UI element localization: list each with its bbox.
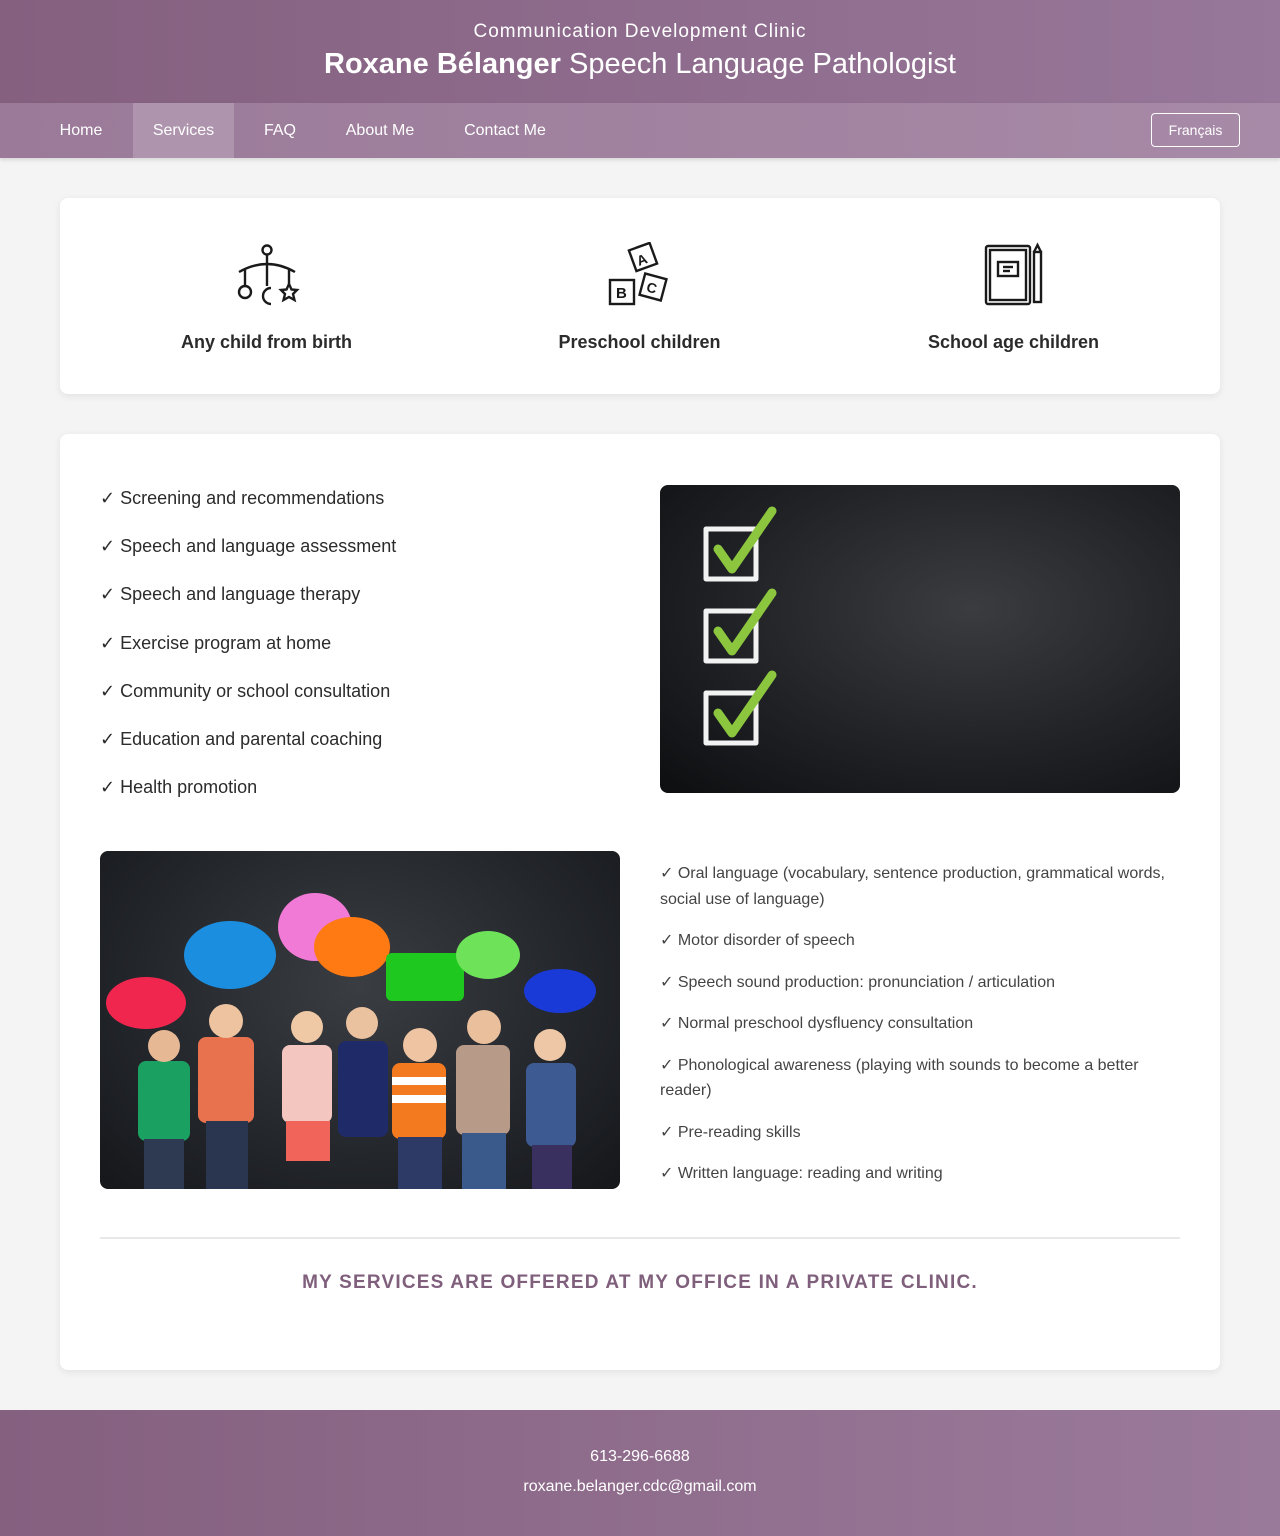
list-item: ✓ Written language: reading and writing [660, 1165, 943, 1182]
list-item: ✓ Screening and recommendations [100, 488, 385, 508]
nav-about-me[interactable]: About Me [326, 103, 434, 158]
list-item: ✓ Community or school consultation [100, 680, 391, 701]
kids-illustration [106, 893, 596, 1189]
practitioner-name: Roxane Bélanger [324, 48, 561, 80]
list-item: ✓ Exercise program at home [100, 632, 332, 653]
language-areas-list: ✓ Oral language (vocabulary, sentence pr… [660, 861, 1180, 1203]
list-item: ✓ Phonological awareness (playing with s… [660, 1056, 1139, 1100]
age-groups-card: Any child from birth A B C Preschool chi… [60, 198, 1220, 394]
list-item: ✓ Motor disorder of speech [660, 932, 855, 949]
site-header: Communication Development Clinic Roxane … [0, 0, 1280, 103]
section-divider [100, 1237, 1180, 1239]
svg-text:A: A [634, 250, 649, 268]
baby-mobile-icon [237, 244, 300, 306]
age-group-preschool: A B C Preschool children [453, 198, 826, 394]
list-item: ✓ Education and parental coaching [100, 728, 383, 749]
age-group-label: Preschool children [558, 332, 721, 352]
clinic-name: Communication Development Clinic [473, 21, 807, 42]
services-list: ✓ Screening and recommendations ✓ Speech… [100, 484, 620, 821]
site-title: Roxane Bélanger Speech Language Patholog… [0, 48, 1280, 81]
book-pencil-icon [984, 242, 1042, 306]
footer-phone[interactable]: 613-296-6688 [0, 1448, 1280, 1466]
age-group-label: Any child from birth [181, 332, 352, 352]
list-item: ✓ Normal preschool dysfluency consultati… [660, 1015, 974, 1032]
nav-contact-me[interactable]: Contact Me [444, 103, 566, 158]
list-item: ✓ Oral language (vocabulary, sentence pr… [660, 865, 1165, 908]
language-toggle-button[interactable]: Français [1151, 113, 1240, 147]
services-card: ✓ Screening and recommendations ✓ Speech… [60, 434, 1220, 1370]
practitioner-role: Speech Language Pathologist [569, 48, 956, 80]
chalk-checkmarks [703, 506, 777, 746]
chalkboard-checklist-image [660, 485, 1180, 793]
list-item: ✓ Speech sound production: pronunciation… [660, 973, 1055, 991]
list-item: ✓ Speech and language therapy [100, 584, 361, 605]
nav-faq[interactable]: FAQ [244, 103, 316, 158]
footer-email[interactable]: roxane.belanger.cdc@gmail.com [0, 1478, 1280, 1496]
age-group-school: School age children [827, 198, 1200, 394]
svg-text:C: C [644, 279, 658, 297]
list-item: ✓ Pre-reading skills [660, 1123, 801, 1141]
list-item: ✓ Speech and language assessment [100, 536, 397, 557]
age-group-label: School age children [927, 332, 1100, 352]
abc-blocks-icon: A B C [608, 242, 668, 306]
list-item: ✓ Health promotion [100, 777, 258, 798]
main-nav: Home Services FAQ About Me Contact Me Fr… [0, 103, 1280, 158]
nav-services[interactable]: Services [133, 103, 234, 158]
nav-home[interactable]: Home [40, 103, 122, 158]
age-group-birth: Any child from birth [80, 198, 453, 394]
site-footer: 613-296-6688 roxane.belanger.cdc@gmail.c… [0, 1410, 1280, 1536]
children-speech-bubbles-image [100, 851, 620, 1189]
office-note-heading: MY SERVICES ARE OFFERED AT MY OFFICE IN … [302, 1272, 978, 1293]
svg-text:B: B [616, 285, 627, 302]
